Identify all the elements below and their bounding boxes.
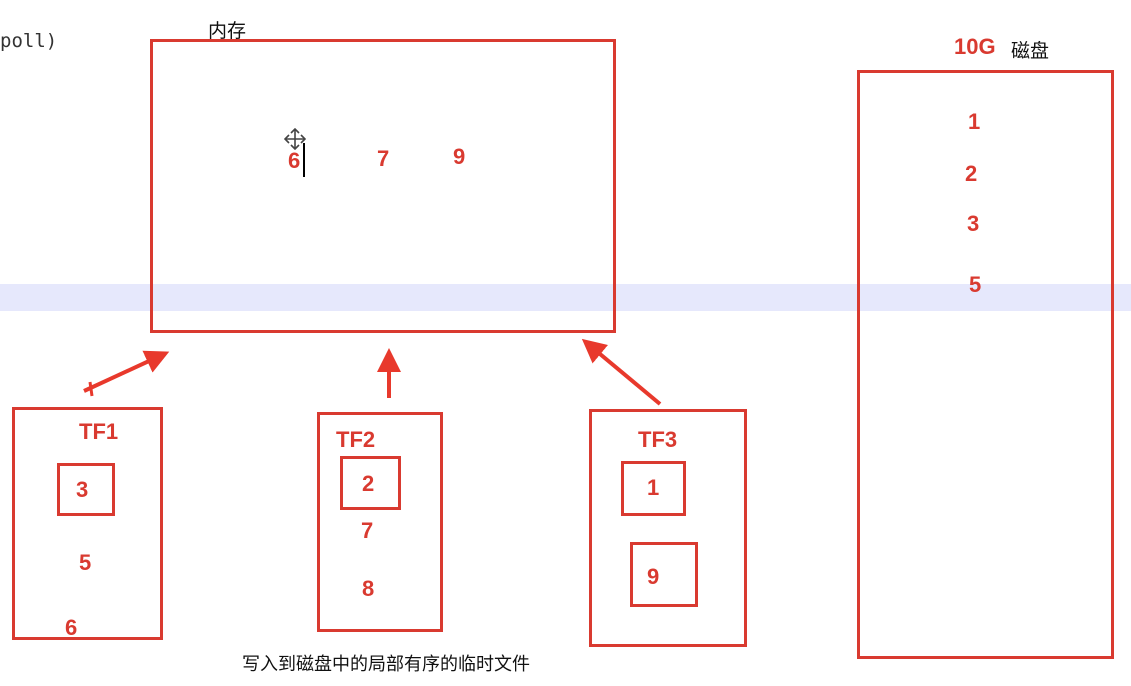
arrow-tf1-to-memory <box>83 350 170 397</box>
flow-arrows <box>83 338 662 406</box>
arrow-tf3-to-memory <box>581 338 662 406</box>
caption: 写入到磁盘中的局部有序的临时文件 <box>242 654 530 675</box>
